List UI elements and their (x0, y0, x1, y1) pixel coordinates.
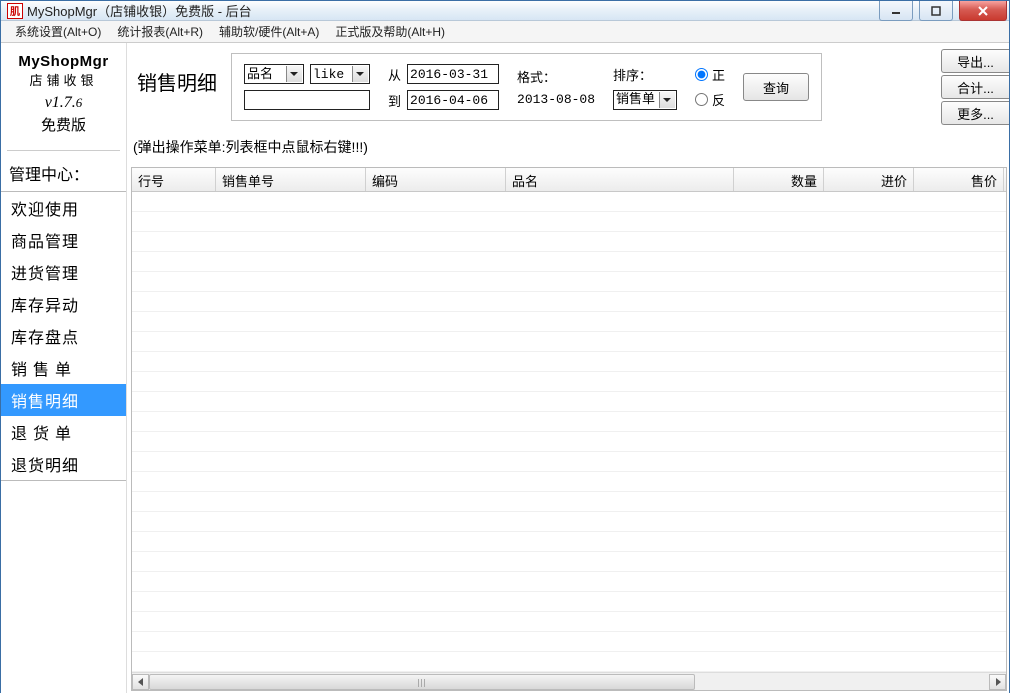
sidebar-item[interactable]: 商品管理 (1, 224, 126, 256)
menubar: 系统设置(Alt+O) 统计报表(Alt+R) 辅助软/硬件(Alt+A) 正式… (1, 21, 1009, 43)
sidebar-item[interactable]: 销售明细 (1, 384, 126, 416)
table-row (132, 452, 1006, 472)
logo-sub: 店铺收银 (9, 72, 118, 90)
table-row (132, 412, 1006, 432)
logo-main: MyShopMgr (9, 51, 118, 72)
radio-asc-label: 正 (712, 65, 725, 84)
logo: MyShopMgr 店铺收银 v1.7.6 免费版 (9, 51, 118, 136)
hint-text: (弹出操作菜单:列表框中点鼠标右键!!!) (127, 125, 1009, 163)
table-row (132, 512, 1006, 532)
app-icon: 肌 (7, 3, 23, 19)
more-button[interactable]: 更多... (941, 101, 1009, 125)
table-row (132, 652, 1006, 672)
sort-label: 排序： (613, 65, 677, 84)
maximize-button[interactable] (919, 1, 953, 21)
window-title: MyShopMgr（店铺收银）免费版 - 后台 (27, 1, 252, 20)
table-row (132, 292, 1006, 312)
radio-asc[interactable] (695, 68, 708, 81)
to-label: 到 (388, 91, 401, 110)
data-table: 行号销售单号编码品名数量进价售价 (131, 167, 1007, 691)
column-header[interactable]: 进价 (824, 168, 914, 191)
to-date-input[interactable] (407, 90, 499, 110)
table-row (132, 352, 1006, 372)
table-row (132, 632, 1006, 652)
table-row (132, 372, 1006, 392)
column-header[interactable]: 销售单号 (216, 168, 366, 191)
scroll-thumb[interactable] (149, 674, 695, 690)
sidebar-item[interactable]: 进货管理 (1, 256, 126, 288)
field-select[interactable]: 品名 (244, 64, 304, 84)
sidebar-item[interactable]: 退货单 (1, 416, 126, 448)
op-select[interactable]: like (310, 64, 370, 84)
scroll-left-button[interactable] (132, 674, 149, 690)
from-date-input[interactable] (407, 64, 499, 84)
table-row (132, 612, 1006, 632)
sidebar-header: 管理中心： (1, 159, 126, 191)
radio-desc-label: 反 (712, 90, 725, 109)
column-header[interactable]: 行号 (132, 168, 216, 191)
from-label: 从 (388, 65, 401, 84)
sidebar: MyShopMgr 店铺收银 v1.7.6 免费版 管理中心： 欢迎使用商品管理… (1, 43, 127, 693)
menu-hardware[interactable]: 辅助软/硬件(Alt+A) (211, 21, 327, 42)
sidebar-item[interactable]: 欢迎使用 (1, 192, 126, 224)
sidebar-item[interactable]: 库存异动 (1, 288, 126, 320)
table-row (132, 192, 1006, 212)
format-value: 2013-08-08 (517, 92, 595, 107)
table-row (132, 212, 1006, 232)
table-row (132, 272, 1006, 292)
filter-panel: 品名 like 从 到 (231, 53, 822, 121)
sidebar-item[interactable]: 库存盘点 (1, 320, 126, 352)
divider (7, 150, 120, 151)
table-row (132, 572, 1006, 592)
table-row (132, 432, 1006, 452)
titlebar: 肌 MyShopMgr（店铺收银）免费版 - 后台 (1, 1, 1009, 21)
filter-value-input[interactable] (244, 90, 370, 110)
table-body[interactable] (132, 192, 1006, 672)
sidebar-item[interactable]: 退货明细 (1, 448, 126, 480)
page-title: 销售明细 (127, 43, 231, 96)
format-label: 格式： (517, 67, 595, 86)
table-row (132, 552, 1006, 572)
radio-desc[interactable] (695, 93, 708, 106)
table-header: 行号销售单号编码品名数量进价售价 (132, 168, 1006, 192)
logo-free: 免费版 (9, 115, 118, 136)
table-row (132, 252, 1006, 272)
sort-select[interactable]: 销售单 (613, 90, 677, 110)
table-row (132, 232, 1006, 252)
column-header[interactable]: 编码 (366, 168, 506, 191)
query-button[interactable]: 查询 (743, 73, 809, 101)
logo-version: v1.7.6 (9, 92, 118, 114)
horizontal-scrollbar[interactable] (132, 672, 1006, 690)
sidebar-item[interactable]: 销售单 (1, 352, 126, 384)
table-row (132, 392, 1006, 412)
table-row (132, 312, 1006, 332)
table-row (132, 492, 1006, 512)
table-row (132, 592, 1006, 612)
close-button[interactable] (959, 1, 1007, 21)
nav-list: 欢迎使用商品管理进货管理库存异动库存盘点销售单销售明细退货单退货明细 (1, 191, 126, 481)
menu-reports[interactable]: 统计报表(Alt+R) (109, 21, 211, 42)
total-button[interactable]: 合计... (941, 75, 1009, 99)
column-header[interactable]: 品名 (506, 168, 734, 191)
table-row (132, 472, 1006, 492)
scroll-right-button[interactable] (989, 674, 1006, 690)
table-row (132, 532, 1006, 552)
table-row (132, 332, 1006, 352)
scroll-track[interactable] (149, 674, 989, 690)
column-header[interactable]: 售价 (914, 168, 1004, 191)
menu-help[interactable]: 正式版及帮助(Alt+H) (327, 21, 453, 42)
menu-system[interactable]: 系统设置(Alt+O) (7, 21, 109, 42)
export-button[interactable]: 导出... (941, 49, 1009, 73)
minimize-button[interactable] (879, 1, 913, 21)
column-header[interactable]: 数量 (734, 168, 824, 191)
